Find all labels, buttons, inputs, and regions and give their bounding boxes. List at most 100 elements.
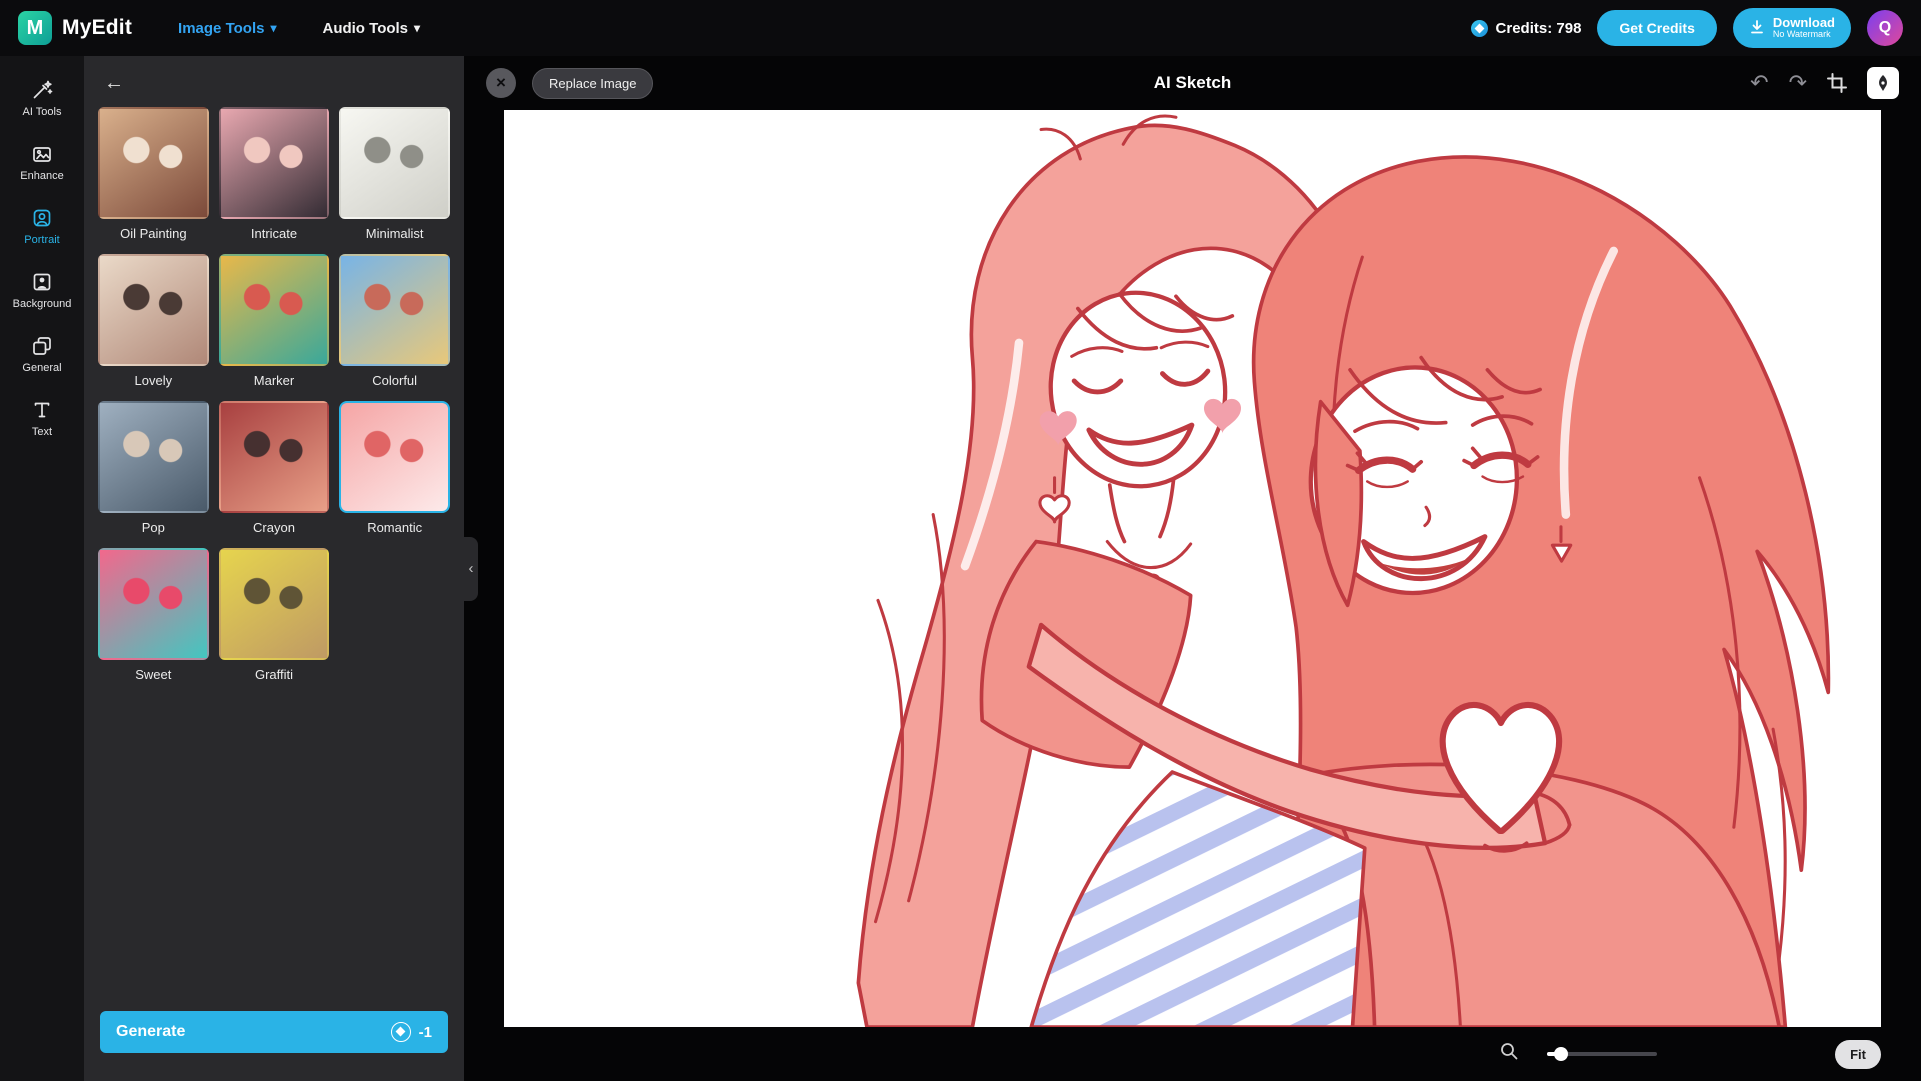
chevron-down-icon: ▾ [414,21,420,35]
style-thumb-marker[interactable] [219,254,330,366]
enhance-image-icon [31,143,53,165]
style-cell-oil-painting: Oil Painting [98,107,209,254]
credits-coin-icon [1471,20,1488,37]
content-area: AI Tools Enhance Portrait Background Gen… [0,56,1921,1081]
style-label: Minimalist [366,226,424,241]
portrait-icon [31,207,53,229]
sidebar-item-ai-tools[interactable]: AI Tools [0,68,84,129]
style-thumb-lovely[interactable] [98,254,209,366]
tool-rail: AI Tools Enhance Portrait Background Gen… [0,56,84,1081]
sidebar-item-enhance[interactable]: Enhance [0,132,84,193]
editor-toolbar: ↶ ↷ [1750,67,1899,99]
style-thumb-colorful[interactable] [339,254,450,366]
generate-label: Generate [116,1023,391,1041]
back-button[interactable]: ← [84,56,134,105]
sidebar-item-text[interactable]: Text [0,388,84,449]
zoom-slider[interactable] [1547,1052,1657,1056]
style-thumb-minimalist[interactable] [339,107,450,219]
styles-panel: ← Oil Painting Intricate Minimalist Love… [84,56,464,1081]
sidebar-item-general[interactable]: General [0,324,84,385]
magnifier-icon[interactable] [1500,1042,1519,1066]
style-label: Lovely [135,373,173,388]
style-thumb-crayon[interactable] [219,401,330,513]
myedit-logo-icon[interactable]: M [18,11,52,45]
general-icon [31,335,53,357]
download-sublabel: No Watermark [1773,30,1831,40]
download-button[interactable]: Download No Watermark [1733,8,1851,48]
style-cell-sweet: Sweet [98,548,209,695]
style-thumb-pop[interactable] [98,401,209,513]
nav-audio-tools-label: Audio Tools [322,20,408,37]
style-label: Marker [254,373,294,388]
style-thumb-intricate[interactable] [219,107,330,219]
style-label: Graffiti [255,667,293,682]
sidebar-item-label: Background [13,298,72,310]
style-thumb-romantic[interactable] [339,401,450,513]
style-cell-marker: Marker [219,254,330,401]
crop-icon[interactable] [1827,73,1847,93]
redo-icon[interactable]: ↷ [1789,72,1807,94]
style-thumb-oil-painting[interactable] [98,107,209,219]
download-label: Download [1773,16,1835,30]
ai-sketch-artwork [504,110,1881,1027]
style-label: Colorful [372,373,417,388]
style-cell-romantic: Romantic [339,401,450,548]
text-icon [31,399,53,421]
brand-title: MyEdit [62,16,132,40]
sidebar-item-label: General [22,362,61,374]
style-label: Romantic [367,520,422,535]
myedit-app: M MyEdit Image Tools ▾ Audio Tools ▾ Cre… [0,0,1921,1081]
generate-button[interactable]: Generate -1 [100,1011,448,1053]
magic-wand-icon [31,79,53,101]
background-icon [31,271,53,293]
get-credits-button[interactable]: Get Credits [1597,10,1716,46]
sparkle-credit-icon [391,1022,411,1042]
style-label: Pop [142,520,165,535]
top-bar: M MyEdit Image Tools ▾ Audio Tools ▾ Cre… [0,0,1921,56]
topbar-right-cluster: Credits: 798 Get Credits Download No Wat… [1471,8,1903,48]
sidebar-item-label: Enhance [20,170,63,182]
style-label: Intricate [251,226,297,241]
sidebar-item-portrait[interactable]: Portrait [0,196,84,257]
zoom-controls: Fit [1500,1040,1881,1069]
style-thumb-graffiti[interactable] [219,548,330,660]
zoom-slider-knob[interactable] [1554,1047,1568,1061]
undo-icon[interactable]: ↶ [1750,72,1768,94]
sidebar-item-background[interactable]: Background [0,260,84,321]
credits-indicator[interactable]: Credits: 798 [1471,20,1582,37]
fit-button[interactable]: Fit [1835,1040,1881,1069]
canvas-bottom-bar: Fit [464,1027,1921,1081]
style-cell-crayon: Crayon [219,401,330,548]
download-text: Download No Watermark [1773,16,1835,40]
style-thumb-sweet[interactable] [98,548,209,660]
nav-audio-tools[interactable]: Audio Tools ▾ [322,20,420,37]
sidebar-item-label: Text [32,426,52,438]
generate-cost: -1 [419,1024,432,1041]
nav-image-tools-label: Image Tools [178,20,264,37]
editor-header: × Replace Image AI Sketch ↶ ↷ [464,56,1921,110]
chevron-down-icon: ▾ [270,21,276,35]
replace-image-button[interactable]: Replace Image [532,68,653,99]
nav-image-tools[interactable]: Image Tools ▾ [178,20,276,37]
sidebar-item-label: AI Tools [23,106,62,118]
style-cell-graffiti: Graffiti [219,548,330,695]
style-cell-colorful: Colorful [339,254,450,401]
sidebar-item-label: Portrait [24,234,59,246]
user-avatar[interactable]: Q [1867,10,1903,46]
close-icon[interactable]: × [486,68,516,98]
style-cell-minimalist: Minimalist [339,107,450,254]
editor-main: × Replace Image AI Sketch ↶ ↷ [464,56,1921,1081]
style-label: Crayon [253,520,295,535]
style-cell-pop: Pop [98,401,209,548]
panel-collapse-handle[interactable]: ‹ [464,537,478,601]
image-canvas[interactable] [504,110,1881,1027]
editor-title: AI Sketch [1154,73,1231,93]
style-cell-intricate: Intricate [219,107,330,254]
style-label: Oil Painting [120,226,186,241]
credits-label: Credits: 798 [1496,20,1582,37]
styles-grid: Oil Painting Intricate Minimalist Lovely… [84,105,464,695]
download-icon [1749,19,1765,38]
sketch-pen-icon[interactable] [1867,67,1899,99]
style-label: Sweet [135,667,171,682]
style-cell-lovely: Lovely [98,254,209,401]
